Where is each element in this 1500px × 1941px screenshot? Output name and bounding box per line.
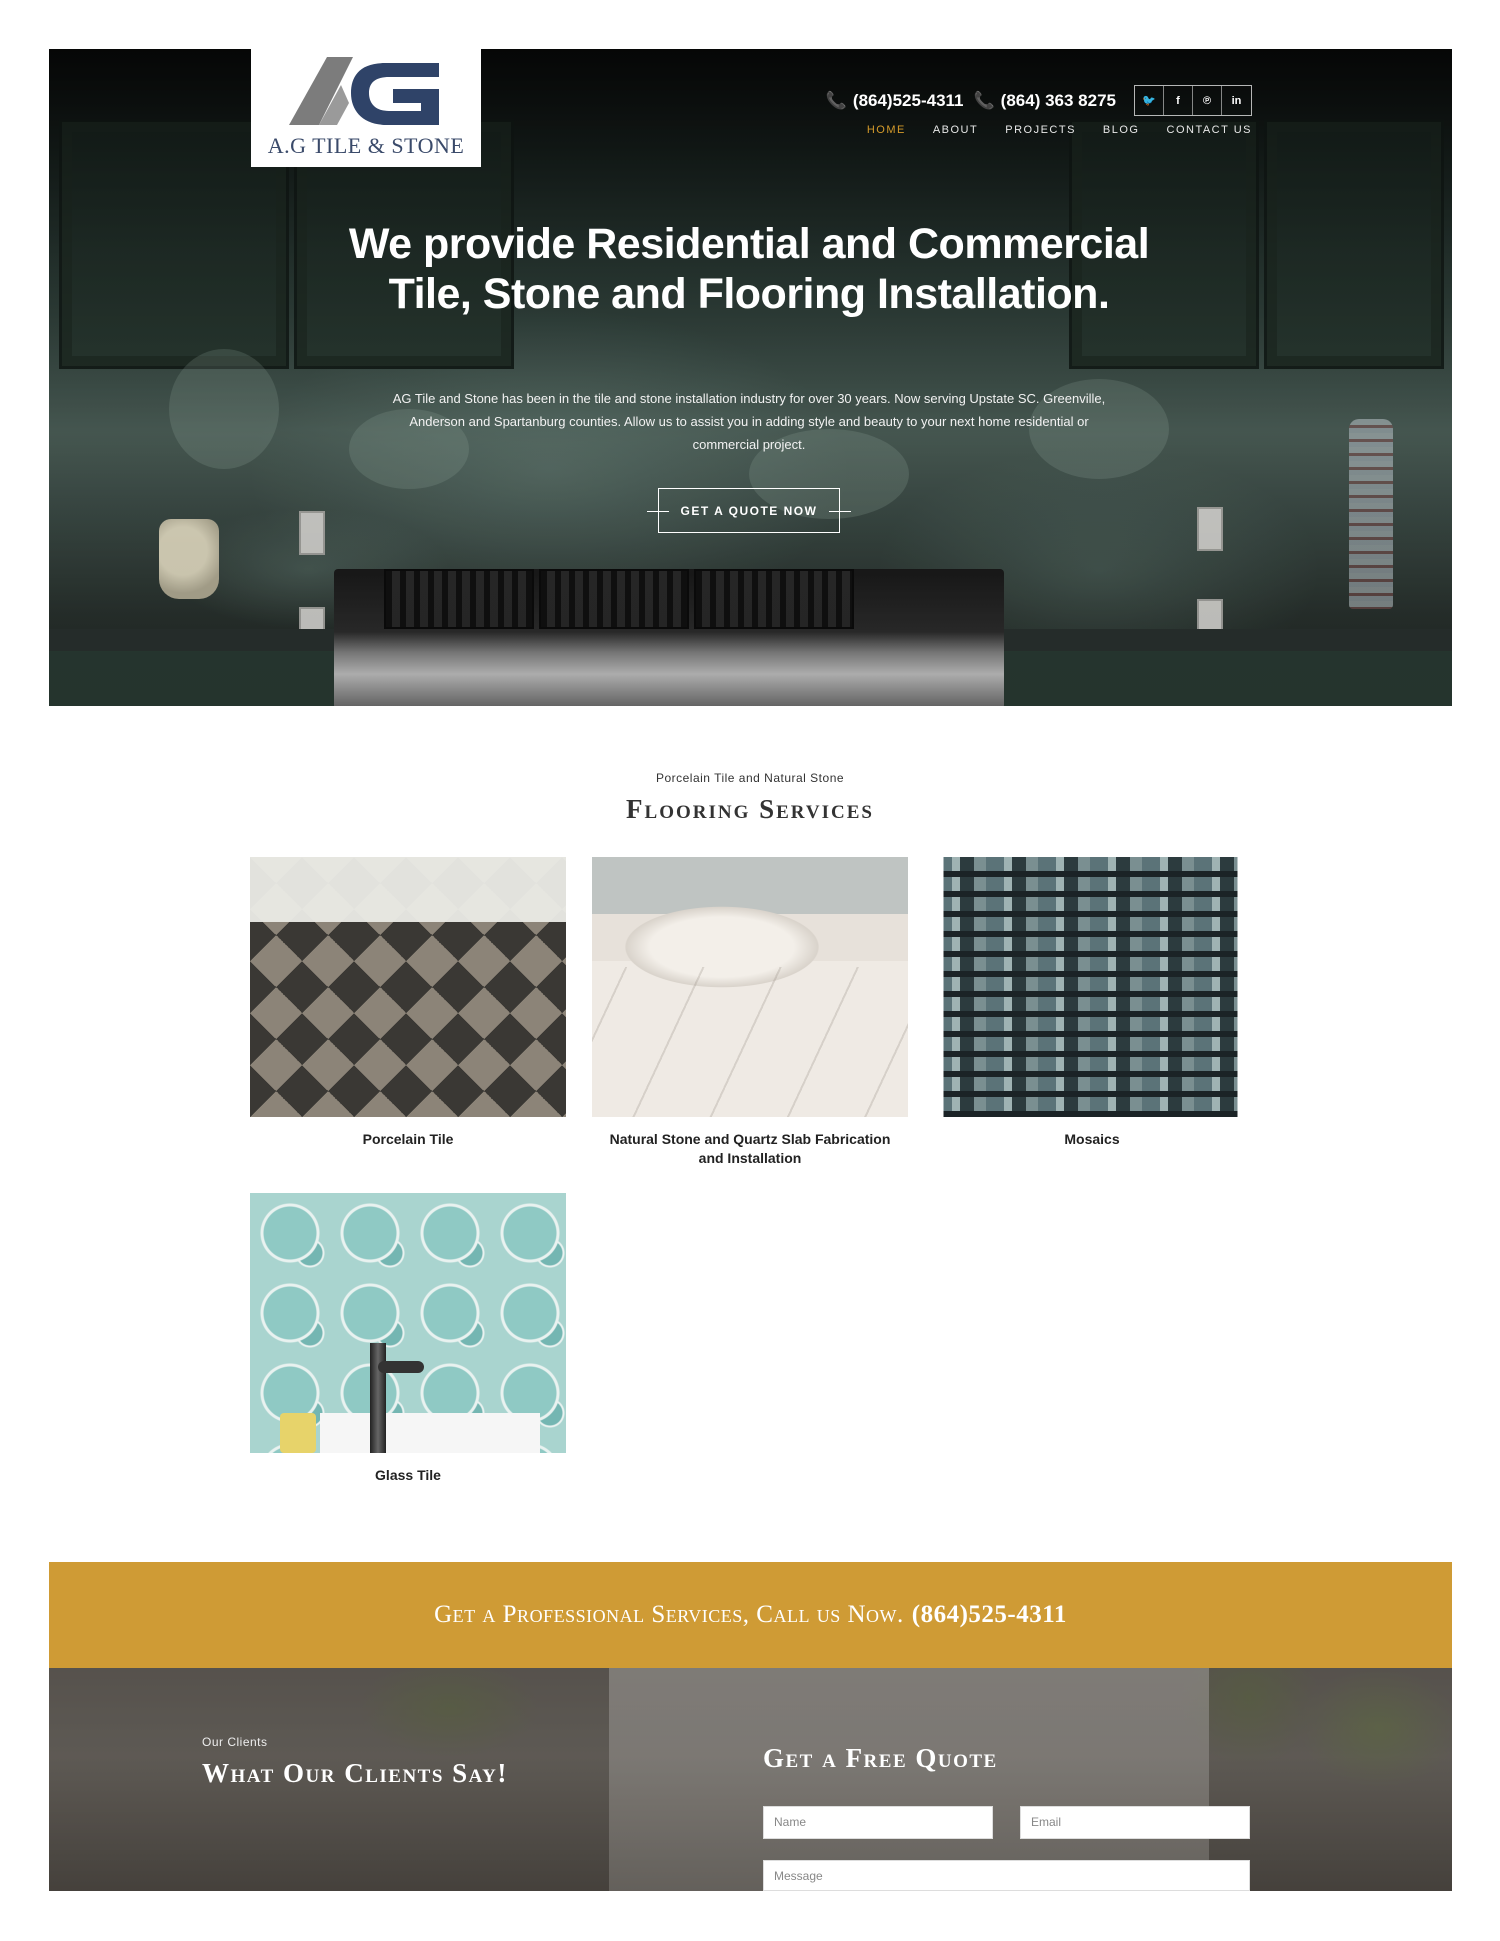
social-links: 🐦 f ℗ in bbox=[1134, 85, 1252, 116]
phone-number: (864)525-4311 bbox=[852, 90, 964, 110]
service-card-natural-stone[interactable]: Natural Stone and Quartz Slab Fabricatio… bbox=[592, 857, 908, 1168]
sink-image bbox=[320, 1413, 540, 1453]
natural-stone-image bbox=[592, 857, 908, 1117]
name-field[interactable]: Name bbox=[763, 1806, 993, 1839]
service-card-mosaics[interactable]: Mosaics bbox=[934, 857, 1250, 1149]
service-card-porcelain[interactable]: Porcelain Tile bbox=[250, 857, 566, 1149]
message-field[interactable]: Message bbox=[763, 1860, 1250, 1891]
nav-item-home[interactable]: HOME bbox=[867, 124, 906, 136]
phone-link[interactable]: 📞 (864) 363 8275 bbox=[974, 91, 1117, 111]
site-logo[interactable]: A.G TILE & STONE bbox=[251, 49, 481, 167]
get-quote-button[interactable]: GET A QUOTE NOW bbox=[647, 488, 851, 533]
candle-image bbox=[280, 1413, 316, 1453]
logo-text: A.G TILE & STONE bbox=[267, 133, 465, 158]
call-banner-text: Get a Professional Services, Call us Now… bbox=[434, 1601, 904, 1628]
phone-link[interactable]: 📞 (864)525-4311 bbox=[826, 91, 964, 111]
glass-tile-image bbox=[250, 1193, 566, 1453]
phone-icon: 📞 bbox=[825, 90, 847, 110]
call-banner: Get a Professional Services, Call us Now… bbox=[49, 1562, 1452, 1668]
mosaics-image bbox=[934, 857, 1250, 1117]
service-label: Porcelain Tile bbox=[362, 1131, 454, 1147]
faucet-image bbox=[370, 1343, 424, 1453]
hero-title: We provide Residential and Commercial Ti… bbox=[348, 220, 1150, 318]
email-field[interactable]: Email bbox=[1020, 1806, 1250, 1839]
nav-item-about[interactable]: ABOUT bbox=[933, 124, 978, 136]
service-label: Natural Stone and Quartz Slab Fabricatio… bbox=[609, 1131, 891, 1166]
service-label: Glass Tile bbox=[375, 1467, 441, 1483]
nav-item-projects[interactable]: PROJECTS bbox=[1005, 124, 1076, 136]
main-nav: HOME ABOUT PROJECTS BLOG CONTACT US bbox=[867, 124, 1252, 136]
hero-subtitle: AG Tile and Stone has been in the tile a… bbox=[392, 391, 1106, 452]
twitter-icon[interactable]: 🐦 bbox=[1135, 86, 1164, 115]
nav-item-contact[interactable]: CONTACT US bbox=[1167, 124, 1253, 136]
services-title: Flooring Services bbox=[626, 794, 874, 824]
phone-icon: 📞 bbox=[973, 90, 995, 110]
phone-number: (864) 363 8275 bbox=[1000, 90, 1116, 110]
facebook-icon[interactable]: f bbox=[1164, 86, 1193, 115]
header-contact-bar: 📞 (864)525-4311 📞 (864) 363 8275 🐦 f ℗ i… bbox=[826, 85, 1252, 116]
services-kicker: Porcelain Tile and Natural Stone bbox=[655, 771, 845, 785]
pinterest-icon[interactable]: ℗ bbox=[1193, 86, 1222, 115]
hero-section: A.G TILE & STONE 📞 (864)525-4311 📞 (864)… bbox=[49, 49, 1452, 706]
service-card-glass-tile[interactable]: Glass Tile bbox=[250, 1193, 566, 1485]
linkedin-icon[interactable]: in bbox=[1222, 86, 1251, 115]
porcelain-tile-image bbox=[250, 857, 566, 1117]
nav-item-blog[interactable]: BLOG bbox=[1103, 124, 1140, 136]
ag-logo-icon bbox=[289, 57, 439, 125]
clients-title: What Our Clients Say! bbox=[202, 1758, 508, 1788]
call-banner-phone[interactable]: (864)525-4311 bbox=[912, 1601, 1067, 1629]
quote-form-title: Get a Free Quote bbox=[763, 1743, 998, 1773]
service-label: Mosaics bbox=[1064, 1131, 1120, 1147]
clients-kicker: Our Clients bbox=[202, 1735, 268, 1749]
